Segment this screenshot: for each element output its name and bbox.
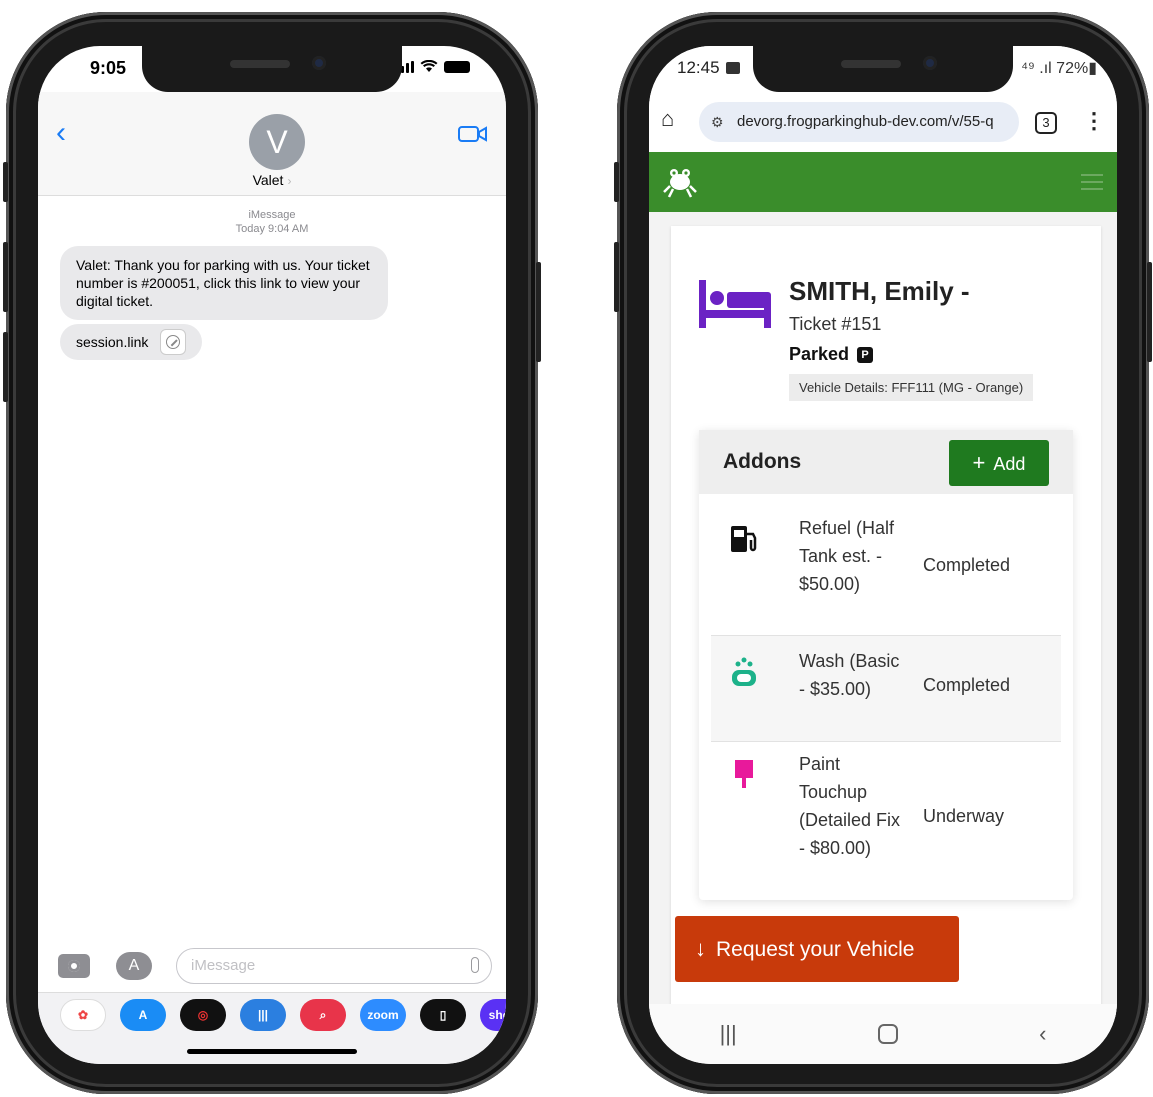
search-icon[interactable]: ⌕ — [300, 999, 346, 1031]
iphone-frame: 9:05 ‹ V Valet › iMessage Today 9:04 AM V… — [3, 12, 541, 1094]
addons-header: Addons + Add — [699, 430, 1073, 494]
request-vehicle-label: Request your Vehicle — [716, 938, 915, 961]
fuel-pump-icon — [731, 526, 757, 552]
tab-switcher[interactable]: 3 — [1035, 112, 1057, 134]
parking-icon: P — [857, 346, 874, 363]
android-frame: 12:45 ⁴⁹ .ıl 72%▮ ⌂ ⚙ devorg.frogparkingh… — [614, 12, 1152, 1094]
camera-icon[interactable] — [58, 954, 90, 978]
message-input[interactable]: iMessage — [176, 948, 492, 984]
site-header — [649, 152, 1117, 212]
image-notification-icon — [725, 62, 740, 74]
compose-bar: A iMessage — [38, 946, 506, 990]
message-input-placeholder: iMessage — [191, 957, 256, 974]
link-text: session.link — [76, 334, 149, 350]
add-addon-label: Add — [993, 454, 1026, 474]
status-time-label: 12:45 — [677, 58, 720, 77]
recent-apps-icon[interactable]: ||| — [720, 1021, 737, 1047]
add-addon-button[interactable]: + Add — [949, 440, 1049, 486]
conversation-header: ‹ V Valet › — [38, 92, 506, 196]
message-meta: iMessage Today 9:04 AM — [38, 208, 506, 236]
message-service: iMessage — [248, 209, 296, 221]
vehicle-details: Vehicle Details: FFF111 (MG - Orange) — [789, 374, 1034, 401]
soap-icon — [732, 657, 756, 686]
back-chevron-icon[interactable]: ‹ — [56, 116, 66, 150]
site-settings-icon[interactable]: ⚙ — [711, 102, 724, 142]
addon-name: Wash (Basic - $35.00) — [799, 651, 900, 699]
url-text: devorg.frogparkinghub-dev.com/v/55-q — [737, 113, 994, 130]
addon-name: Paint Touchup (Detailed Fix - $80.00) — [799, 754, 901, 858]
addon-row[interactable]: Refuel (Half Tank est. - $50.00) Complet… — [711, 494, 1061, 636]
compass-icon — [160, 329, 187, 355]
status-indicators: ⁴⁹ .ıl 72%▮ — [1021, 60, 1097, 77]
paint-brush-icon — [735, 760, 753, 788]
imessage-screen: 9:05 ‹ V Valet › iMessage Today 9:04 AM V… — [38, 46, 506, 1064]
menu-icon[interactable]: ⋮ — [1083, 108, 1105, 134]
ticket-number: Ticket #151 — [789, 314, 882, 334]
browser-screen: 12:45 ⁴⁹ .ıl 72%▮ ⌂ ⚙ devorg.frogparkingh… — [649, 46, 1117, 1064]
microphone-icon[interactable] — [471, 957, 479, 973]
addon-name: Refuel (Half Tank est. - $50.00) — [799, 518, 895, 594]
home-button-icon[interactable] — [877, 1024, 898, 1044]
link-bubble[interactable]: session.link — [60, 324, 203, 360]
bed-icon — [699, 280, 771, 328]
vehicle-status: Parked P — [789, 344, 874, 365]
contact-avatar[interactable]: V — [249, 114, 305, 170]
arrow-down-icon: ↓ — [695, 936, 706, 961]
contact-name[interactable]: Valet › — [38, 172, 506, 188]
vehicle-status-label: Parked — [789, 344, 850, 364]
android-nav-bar: ||| ‹ — [649, 1004, 1117, 1064]
status-time: 12:45 — [677, 58, 740, 78]
fitness-icon[interactable]: ◎ — [180, 999, 226, 1031]
guest-name: SMITH, Emily - — [789, 276, 970, 306]
addon-row[interactable]: Wash (Basic - $35.00) Completed — [711, 636, 1061, 742]
message-timestamp: Today 9:04 AM — [235, 223, 309, 235]
page-content: SMITH, Emily - Ticket #151 Parked P Vehic… — [649, 212, 1117, 1046]
voice-memos-icon[interactable]: ||| — [240, 999, 286, 1031]
back-icon[interactable]: ‹ — [1039, 1021, 1046, 1047]
chevron-right-icon: › — [287, 174, 292, 188]
video-call-icon[interactable] — [458, 124, 488, 144]
browser-toolbar: ⌂ ⚙ devorg.frogparkinghub-dev.com/v/55-q … — [649, 92, 1117, 152]
message-bubble[interactable]: Valet: Thank you for parking with us. Yo… — [60, 246, 388, 320]
plus-icon: + — [972, 450, 986, 475]
addon-status: Completed — [923, 675, 1011, 695]
addons-title: Addons — [723, 450, 802, 473]
home-icon[interactable]: ⌂ — [661, 106, 674, 132]
wifi-icon — [420, 60, 438, 72]
app-drawer: ✿ A ◎ ||| ⌕ zoom ▯ shop — [38, 992, 506, 1064]
battery-icon — [444, 60, 470, 73]
photos-icon[interactable]: ✿ — [60, 999, 106, 1031]
status-time: 9:05 — [90, 58, 127, 78]
zoom-icon[interactable]: zoom — [360, 999, 406, 1031]
addon-status: Completed — [923, 555, 1011, 575]
frog-logo-icon[interactable] — [661, 162, 699, 200]
addon-status: Underway — [923, 806, 1005, 826]
contact-name-label: Valet — [252, 172, 284, 188]
request-vehicle-button[interactable]: ↓ Request your Vehicle — [675, 916, 959, 982]
notch — [753, 46, 1013, 92]
app-store-icon[interactable]: A — [116, 952, 152, 980]
home-indicator[interactable] — [187, 1049, 357, 1054]
app-store-icon[interactable]: A — [120, 999, 166, 1031]
addons-panel: Addons + Add Refuel (Half Tank est. - $50… — [699, 430, 1073, 900]
files-icon[interactable]: ▯ — [420, 999, 466, 1031]
hamburger-menu-icon[interactable] — [1081, 174, 1103, 190]
notch — [142, 46, 402, 92]
shop-icon[interactable]: shop — [480, 999, 506, 1031]
url-bar[interactable]: ⚙ devorg.frogparkinghub-dev.com/v/55-q — [699, 102, 1019, 142]
addon-row[interactable]: Paint Touchup (Detailed Fix - $80.00) Un… — [711, 742, 1061, 894]
